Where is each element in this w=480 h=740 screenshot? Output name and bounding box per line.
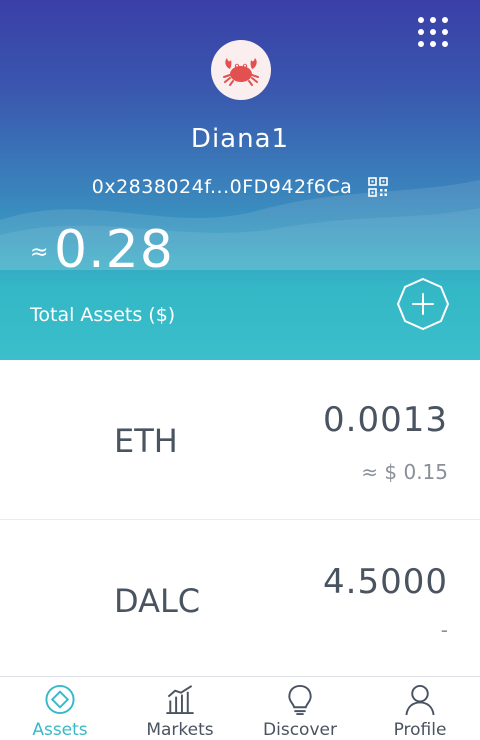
discover-icon [288, 684, 312, 716]
grid-dot [418, 29, 424, 35]
tab-label: Discover [263, 720, 337, 740]
tab-profile[interactable]: Profile [360, 677, 480, 740]
tab-markets[interactable]: Markets [120, 677, 240, 740]
asset-row-dalc[interactable]: DALC 4.5000 - [0, 520, 480, 676]
asset-amount: 0.0013 [323, 400, 448, 440]
address-row: 0x2838024f...0FD942f6Ca [0, 176, 480, 198]
profile-icon [405, 684, 435, 716]
tab-assets[interactable]: Assets [0, 677, 120, 740]
tab-label: Profile [393, 720, 447, 740]
asset-fiat-value: ≈ $ 0.15 [361, 460, 448, 484]
approx-symbol: ≈ [30, 240, 49, 265]
total-assets-label: Total Assets ($) [30, 304, 176, 326]
wallet-address[interactable]: 0x2838024f...0FD942f6Ca [92, 176, 352, 198]
bottom-tab-bar: Assets Markets Discover Profile [0, 676, 480, 740]
tab-label: Markets [146, 720, 214, 740]
asset-amount: 4.5000 [323, 562, 448, 602]
asset-fiat-value: - [440, 618, 448, 642]
wallet-name: Diana1 [190, 124, 290, 154]
menu-grid-button[interactable] [418, 17, 450, 49]
total-assets-value: 0.28 [54, 220, 174, 280]
add-asset-button[interactable] [396, 277, 450, 331]
grid-dot [442, 41, 448, 47]
avatar[interactable] [211, 40, 271, 100]
grid-dot [442, 29, 448, 35]
qr-code-icon[interactable] [368, 177, 389, 197]
asset-symbol: DALC [114, 582, 201, 620]
wallet-header: Diana1 0x2838024f...0FD942f6Ca ≈ 0.28 To… [0, 0, 480, 360]
grid-dot [442, 17, 448, 23]
asset-symbol: ETH [114, 422, 178, 460]
grid-dot [418, 17, 424, 23]
grid-dot [430, 17, 436, 23]
grid-dot [418, 41, 424, 47]
grid-dot [430, 29, 436, 35]
markets-icon [166, 685, 194, 715]
grid-dot [430, 41, 436, 47]
asset-row-eth[interactable]: ETH 0.0013 ≈ $ 0.15 [0, 360, 480, 520]
tab-discover[interactable]: Discover [240, 677, 360, 740]
crab-icon [223, 58, 259, 86]
assets-icon [45, 684, 75, 715]
tab-label: Assets [32, 720, 88, 740]
